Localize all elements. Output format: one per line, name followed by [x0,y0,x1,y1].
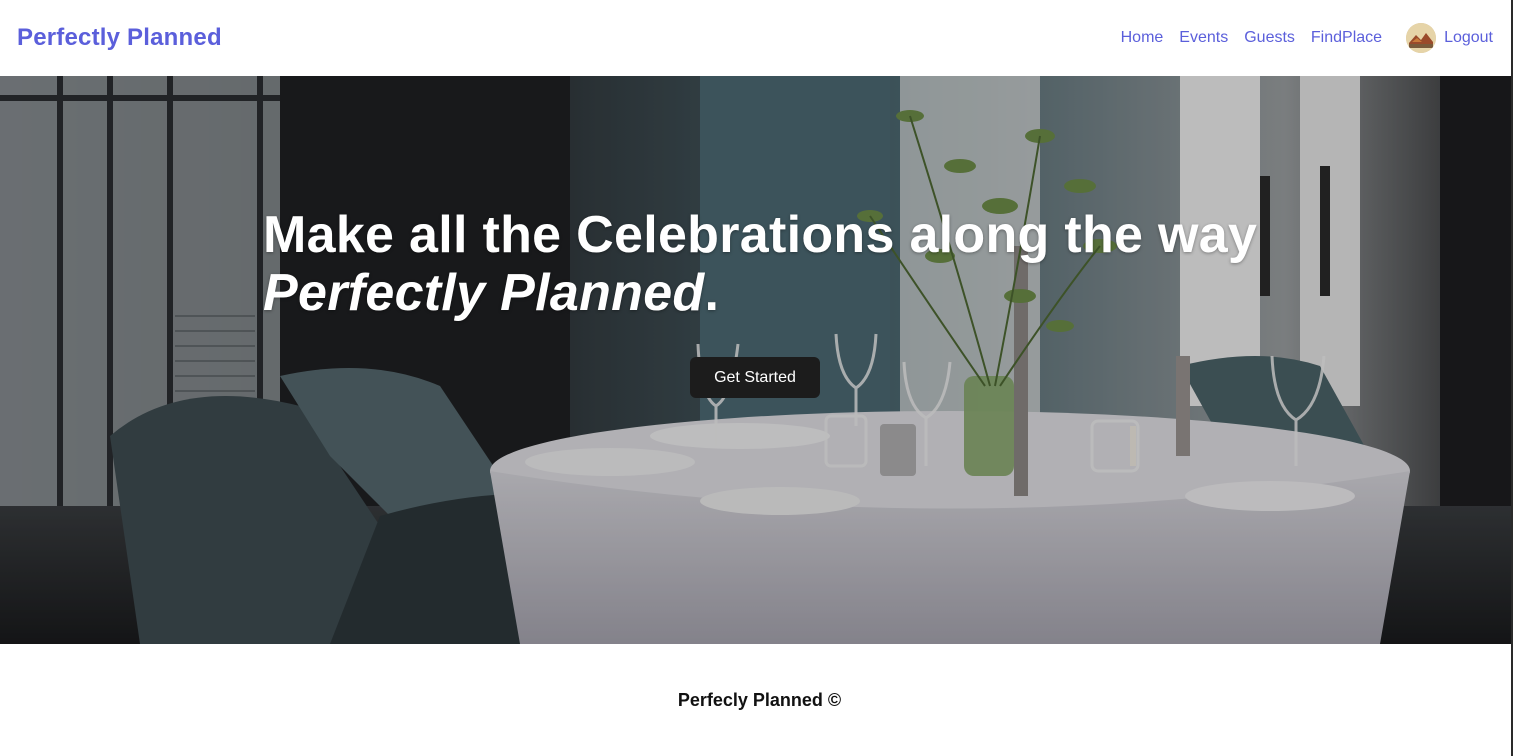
nav-link-home[interactable]: Home [1121,29,1164,47]
nav-link-guests[interactable]: Guests [1244,29,1295,47]
top-navbar: Perfectly Planned Home Events Guests Fin… [0,0,1513,76]
get-started-button[interactable]: Get Started [690,357,820,398]
hero-headline-period: . [704,264,720,322]
hero-headline-line2: Perfectly Planned [263,264,705,322]
page-footer: Perfecly Planned © [0,644,1511,756]
hero-headline: Make all the Celebrations along the way … [263,206,1257,322]
nav-link-findplace[interactable]: FindPlace [1311,29,1382,47]
hero-banner: Make all the Celebrations along the way … [0,76,1511,644]
footer-copyright: Perfecly Planned © [677,689,842,710]
nav-link-events[interactable]: Events [1179,29,1228,47]
hero-headline-line1: Make all the Celebrations along the way [263,206,1258,264]
user-avatar-icon[interactable] [1406,23,1437,53]
brand-logo[interactable]: Perfectly Planned [17,24,222,52]
main-nav: Home Events Guests FindPlace Logout [1105,23,1493,53]
hero-headline-line2-wrap: Perfectly Planned. [263,264,1257,322]
logout-link[interactable]: Logout [1444,29,1493,47]
